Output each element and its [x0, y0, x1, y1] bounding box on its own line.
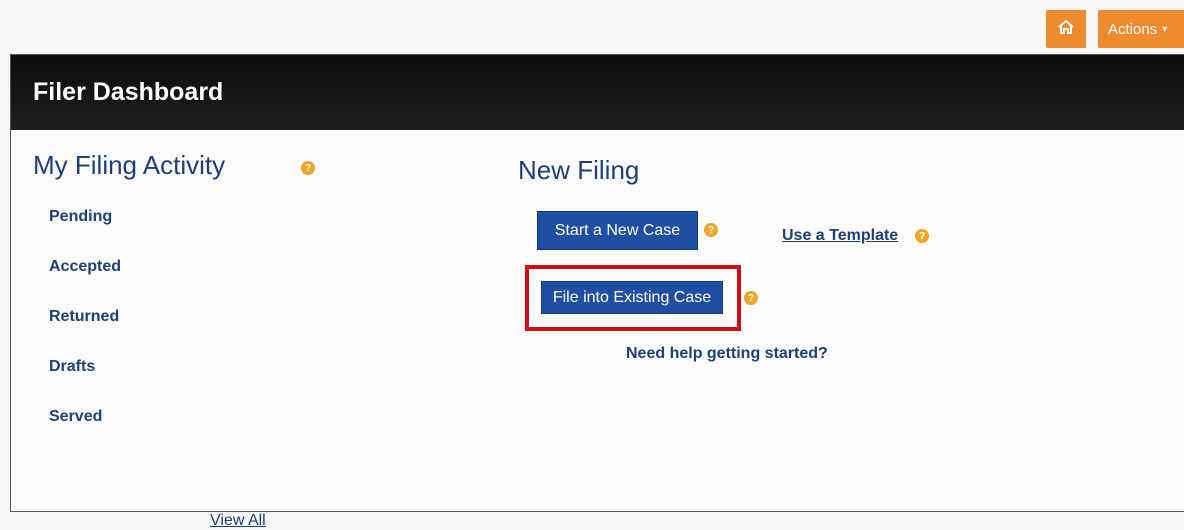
activity-item-pending[interactable]: Pending	[49, 207, 225, 257]
help-icon[interactable]: ?	[744, 291, 758, 305]
help-icon[interactable]: ?	[915, 229, 929, 243]
activity-item-returned[interactable]: Returned	[49, 307, 225, 357]
new-filing-title: New Filing	[518, 155, 640, 185]
start-new-case-button[interactable]: Start a New Case	[537, 211, 698, 250]
home-icon	[1058, 19, 1074, 38]
activity-item-served[interactable]: Served	[49, 407, 225, 457]
activity-list: Pending Accepted Returned Drafts Served	[49, 207, 225, 457]
highlight-box: File into Existing Case	[525, 265, 741, 331]
top-toolbar: Actions ▾	[1046, 10, 1184, 48]
dashboard-header: Filer Dashboard	[11, 55, 1184, 130]
actions-dropdown-button[interactable]: Actions ▾	[1098, 10, 1184, 48]
use-template-link[interactable]: Use a Template	[782, 227, 898, 245]
file-into-existing-case-label: File into Existing Case	[552, 288, 712, 306]
chevron-down-icon: ▾	[1162, 23, 1168, 35]
need-help-link[interactable]: Need help getting started?	[626, 345, 828, 363]
file-into-existing-case-button[interactable]: File into Existing Case	[541, 281, 723, 314]
help-icon[interactable]: ?	[704, 223, 718, 237]
activity-item-drafts[interactable]: Drafts	[49, 357, 225, 407]
my-filing-activity-title: My Filing Activity	[33, 150, 226, 180]
help-icon[interactable]: ?	[301, 161, 315, 175]
my-filing-activity-section: My Filing Activity ? Pending Accepted Re…	[33, 150, 315, 529]
page-title: Filer Dashboard	[33, 78, 224, 106]
filer-dashboard-panel: Filer Dashboard My Filing Activity ? Pen…	[10, 54, 1184, 529]
activity-item-accepted[interactable]: Accepted	[49, 257, 225, 307]
start-new-case-label: Start a New Case	[554, 221, 681, 239]
new-filing-section: New Filing Start a New Case ? Use a Temp…	[518, 155, 1158, 415]
home-button[interactable]	[1046, 10, 1086, 48]
actions-label: Actions	[1108, 20, 1158, 38]
